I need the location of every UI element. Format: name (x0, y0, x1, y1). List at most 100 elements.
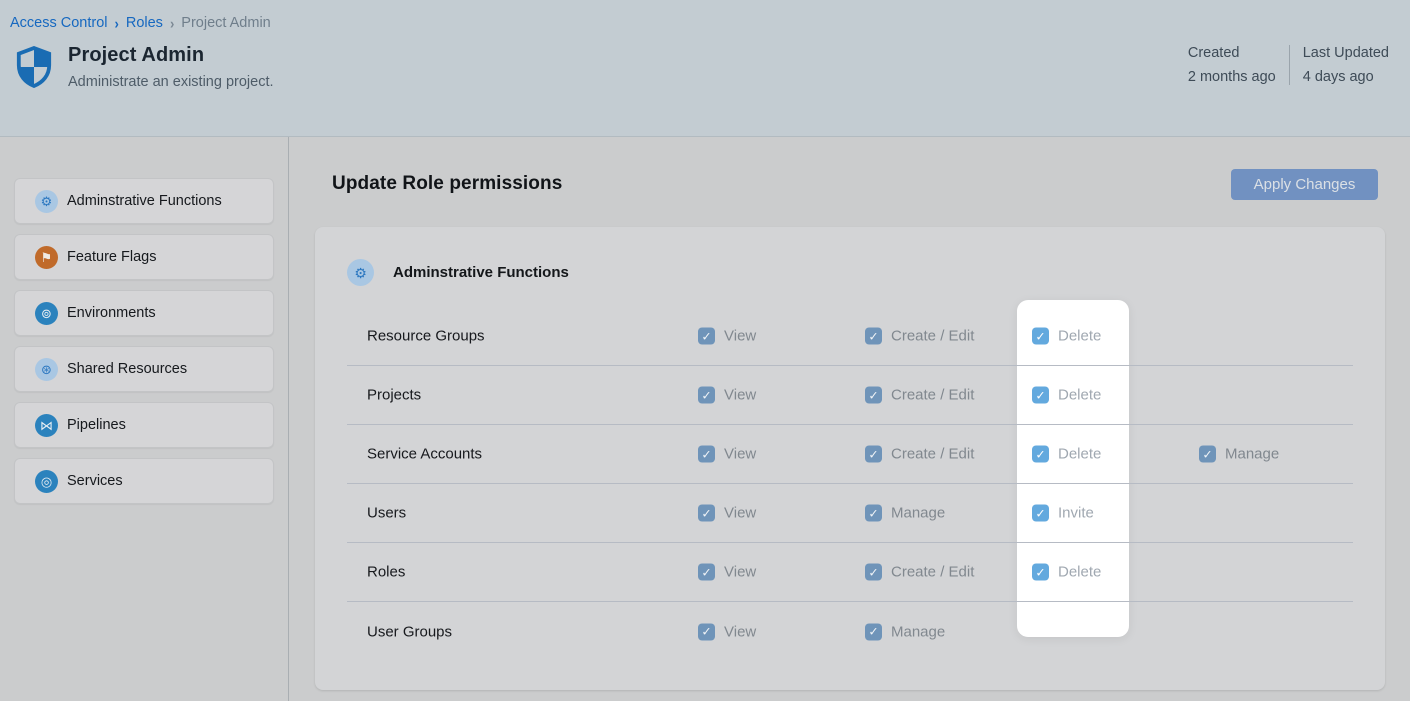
checkbox[interactable]: ✓ (698, 505, 715, 522)
checkbox[interactable]: ✓ (865, 446, 882, 463)
checkbox[interactable]: ✓ (865, 328, 882, 345)
meta-label: Created (1188, 45, 1276, 61)
permission-label: View (724, 387, 756, 404)
breadcrumb-separator-icon: › (115, 14, 119, 31)
checkbox[interactable]: ✓ (865, 505, 882, 522)
check-icon: ✓ (1035, 507, 1045, 519)
pipeline-icon: ⋈ (35, 414, 58, 437)
table-row: Users ✓ View ✓ Manage ✓ Invite (347, 484, 1353, 543)
permission-cell: ✓ View (698, 623, 756, 640)
check-icon: ✓ (868, 330, 878, 342)
sidebar: ⚙ Adminstrative Functions ⚑ Feature Flag… (0, 137, 289, 701)
permission-cell: ✓ Delete (1032, 446, 1101, 463)
breadcrumb: Access Control›Roles›Project Admin (10, 15, 1410, 31)
sidebar-item-label: Feature Flags (67, 249, 156, 265)
permission-cell: ✓ Manage (1199, 446, 1279, 463)
permission-label: View (724, 328, 756, 345)
permission-cell: ✓ Invite (1032, 505, 1094, 522)
permission-label: Delete (1058, 387, 1101, 404)
row-label: Projects (367, 387, 421, 404)
breadcrumb-link[interactable]: Access Control (10, 15, 108, 31)
globe-icon: ⊚ (35, 302, 58, 325)
card-header: ⚙ Adminstrative Functions (347, 259, 1353, 286)
page-title: Project Admin (68, 44, 274, 67)
permission-cell: ✓ Create / Edit (865, 446, 974, 463)
sidebar-item-label: Pipelines (67, 417, 126, 433)
checkbox[interactable]: ✓ (865, 387, 882, 404)
permission-label: View (724, 564, 756, 581)
meta-value: 4 days ago (1303, 69, 1389, 85)
check-icon: ✓ (868, 566, 878, 578)
sidebar-item[interactable]: ⚙ Adminstrative Functions (14, 178, 274, 224)
sidebar-item[interactable]: ⊚ Environments (14, 290, 274, 336)
checkbox[interactable]: ✓ (698, 328, 715, 345)
permission-cell: ✓ View (698, 564, 756, 581)
checkbox[interactable]: ✓ (698, 564, 715, 581)
check-icon: ✓ (701, 330, 711, 342)
permission-label: Delete (1058, 446, 1101, 463)
checkbox[interactable]: ✓ (865, 564, 882, 581)
permission-label: Delete (1058, 328, 1101, 345)
sidebar-item[interactable]: ⚑ Feature Flags (14, 234, 274, 280)
table-row: Roles ✓ View ✓ Create / Edit ✓ Delete (347, 543, 1353, 602)
permission-label: Manage (891, 505, 945, 522)
check-icon: ✓ (868, 507, 878, 519)
breadcrumb-link[interactable]: Roles (126, 15, 163, 31)
sidebar-item[interactable]: ◎ Services (14, 458, 274, 504)
checkbox[interactable]: ✓ (1032, 564, 1049, 581)
meta-label: Last Updated (1303, 45, 1389, 61)
check-icon: ✓ (1035, 330, 1045, 342)
shared-resources-icon: ⊛ (35, 358, 58, 381)
shield-icon (15, 46, 53, 88)
main-title: Update Role permissions (332, 173, 562, 195)
permission-label: Create / Edit (891, 328, 974, 345)
check-icon: ✓ (1035, 448, 1045, 460)
permission-label: View (724, 505, 756, 522)
check-icon: ✓ (868, 626, 878, 638)
sidebar-item[interactable]: ⊛ Shared Resources (14, 346, 274, 392)
services-icon: ◎ (35, 470, 58, 493)
meta-column: Last Updated 4 days ago (1289, 45, 1402, 85)
page-subtitle: Administrate an existing project. (68, 74, 274, 90)
table-row: Service Accounts ✓ View ✓ Create / Edit … (347, 425, 1353, 484)
permission-cell: ✓ View (698, 328, 756, 345)
meta-value: 2 months ago (1188, 69, 1276, 85)
permission-cell: ✓ View (698, 446, 756, 463)
checkbox[interactable]: ✓ (1032, 505, 1049, 522)
section-title: Adminstrative Functions (393, 264, 569, 281)
check-icon: ✓ (1202, 448, 1212, 460)
checkbox[interactable]: ✓ (1032, 387, 1049, 404)
breadcrumb-separator-icon: › (170, 14, 174, 31)
check-icon: ✓ (701, 566, 711, 578)
checkbox[interactable]: ✓ (698, 623, 715, 640)
check-icon: ✓ (701, 507, 711, 519)
checkbox[interactable]: ✓ (1199, 446, 1216, 463)
check-icon: ✓ (868, 389, 878, 401)
permission-cell: ✓ Manage (865, 623, 945, 640)
sidebar-item-label: Environments (67, 305, 156, 321)
permission-label: View (724, 623, 756, 640)
meta-column: Created 2 months ago (1175, 45, 1289, 85)
row-label: Roles (367, 564, 405, 581)
header: Access Control›Roles›Project Admin Proje… (0, 0, 1410, 137)
checkbox[interactable]: ✓ (1032, 328, 1049, 345)
checkbox[interactable]: ✓ (1032, 446, 1049, 463)
check-icon: ✓ (868, 448, 878, 460)
gear-icon: ⚙ (347, 259, 374, 286)
permission-label: View (724, 446, 756, 463)
check-icon: ✓ (1035, 389, 1045, 401)
permission-label: Invite (1058, 505, 1094, 522)
row-label: Resource Groups (367, 328, 485, 345)
checkbox[interactable]: ✓ (698, 446, 715, 463)
apply-changes-button[interactable]: Apply Changes (1231, 169, 1378, 200)
checkbox[interactable]: ✓ (698, 387, 715, 404)
body: ⚙ Adminstrative Functions ⚑ Feature Flag… (0, 137, 1410, 701)
table-row: User Groups ✓ View ✓ Manage (347, 602, 1353, 661)
check-icon: ✓ (701, 448, 711, 460)
permission-cell: ✓ Create / Edit (865, 387, 974, 404)
sidebar-item[interactable]: ⋈ Pipelines (14, 402, 274, 448)
checkbox[interactable]: ✓ (865, 623, 882, 640)
sidebar-item-label: Services (67, 473, 123, 489)
permission-cell: ✓ Create / Edit (865, 328, 974, 345)
sidebar-item-label: Adminstrative Functions (67, 193, 222, 209)
